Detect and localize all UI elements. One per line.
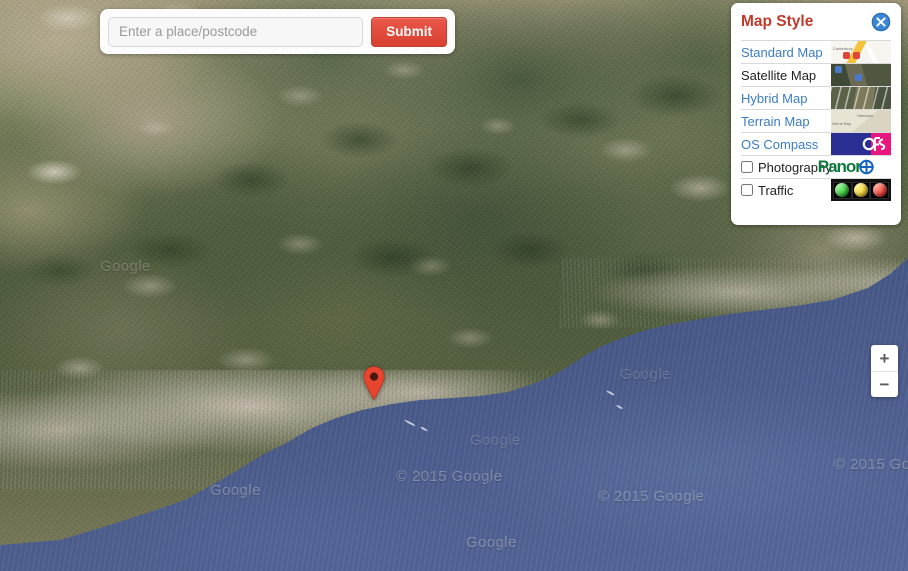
- traffic-light-yellow-icon: [854, 183, 868, 197]
- zoom-control: + −: [871, 345, 898, 397]
- traffic-light-green-icon: [835, 183, 850, 197]
- style-label-satellite-map[interactable]: Satellite Map: [741, 64, 831, 86]
- hybrid-map-thumbnail[interactable]: [831, 87, 891, 109]
- style-row-satellite-map[interactable]: Satellite Map: [741, 63, 891, 86]
- style-row-terrain-map[interactable]: Terrain Map Hampton Herne Bay: [741, 109, 891, 132]
- close-icon[interactable]: [871, 12, 891, 32]
- traffic-light-red-icon: [872, 183, 887, 197]
- zoom-out-button[interactable]: −: [871, 371, 898, 397]
- overlay-row-photography[interactable]: Photography Panor: [741, 155, 892, 178]
- style-row-os-compass[interactable]: OS Compass: [741, 132, 891, 155]
- map-attribution: © 2015 Go: [834, 456, 908, 473]
- submit-button[interactable]: Submit: [371, 16, 447, 47]
- style-label-standard-map[interactable]: Standard Map: [741, 41, 831, 63]
- style-label-hybrid-map[interactable]: Hybrid Map: [741, 87, 831, 109]
- search-bar: Submit: [100, 9, 455, 54]
- standard-map-thumbnail[interactable]: Canterbury: [831, 41, 891, 63]
- panel-footer: [741, 201, 891, 211]
- map-watermark: Google: [620, 366, 671, 383]
- traffic-checkbox-label[interactable]: Traffic: [741, 179, 831, 201]
- satellite-map-thumbnail[interactable]: [831, 64, 891, 86]
- map-watermark: Google: [100, 258, 151, 275]
- overlay-row-traffic[interactable]: Traffic: [741, 178, 891, 201]
- map-watermark: Google: [466, 534, 517, 551]
- search-input[interactable]: [108, 16, 364, 47]
- map-watermark: © 2015 Google: [396, 468, 503, 485]
- map-watermark: Google: [210, 482, 261, 499]
- map-application: Google Google Google Google © 2015 Googl…: [0, 0, 908, 571]
- map-style-panel: Map Style Standard Map Canterbury Satell…: [731, 3, 901, 225]
- traffic-lights-thumbnail[interactable]: [831, 179, 891, 201]
- overlay-label-traffic: Traffic: [758, 182, 794, 198]
- panoramio-logo-thumbnail[interactable]: Panor: [818, 156, 892, 178]
- photography-checkbox[interactable]: [741, 161, 753, 173]
- panel-title: Map Style: [741, 13, 814, 30]
- os-compass-thumbnail[interactable]: [831, 133, 891, 155]
- style-label-os-compass[interactable]: OS Compass: [741, 133, 831, 155]
- style-label-terrain-map[interactable]: Terrain Map: [741, 110, 831, 132]
- map-watermark: Google: [470, 432, 521, 449]
- map-watermark: © 2015 Google: [598, 488, 705, 505]
- terrain-map-thumbnail[interactable]: Hampton Herne Bay: [831, 110, 891, 132]
- style-row-hybrid-map[interactable]: Hybrid Map: [741, 86, 891, 109]
- zoom-in-button[interactable]: +: [871, 345, 898, 371]
- panel-header: Map Style: [741, 11, 891, 40]
- style-row-standard-map[interactable]: Standard Map Canterbury: [741, 40, 891, 63]
- traffic-checkbox[interactable]: [741, 184, 753, 196]
- location-marker-pin[interactable]: [363, 366, 385, 400]
